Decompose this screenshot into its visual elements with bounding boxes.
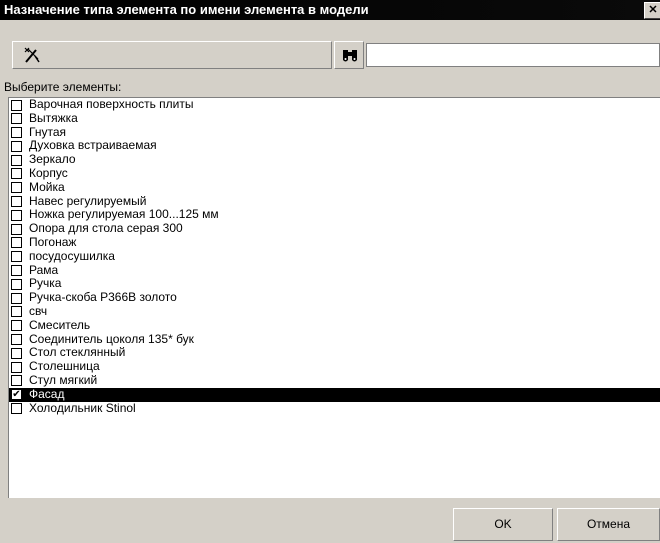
- list-item-checkbox[interactable]: [11, 182, 22, 194]
- list-item-checkbox[interactable]: [11, 113, 22, 125]
- close-icon: ✕: [648, 4, 658, 16]
- list-item-checkbox[interactable]: [11, 361, 22, 373]
- list-label: Выберите элементы:: [4, 80, 122, 94]
- list-item[interactable]: Гнутая: [9, 124, 660, 140]
- list-item[interactable]: Смеситель: [9, 317, 660, 333]
- list-item-label: Соединитель цоколя 135* бук: [29, 331, 194, 346]
- list-item[interactable]: Ручка: [9, 276, 660, 291]
- list-item[interactable]: Погонаж: [9, 234, 660, 250]
- list-item-label: Ручка-скоба Р366В золото: [29, 290, 177, 305]
- list-item[interactable]: Навес регулируемый: [9, 193, 660, 209]
- list-item-checkbox[interactable]: [11, 237, 22, 249]
- list-item-checkbox[interactable]: ✔: [11, 389, 22, 401]
- binoculars-icon: [343, 50, 357, 62]
- list-item-label: Столешница: [29, 359, 100, 374]
- list-item-label: Холодильник Stinol: [29, 400, 136, 415]
- list-item-label: Стол стеклянный: [29, 345, 126, 360]
- ok-button[interactable]: OK: [453, 508, 553, 541]
- close-button[interactable]: ✕: [644, 2, 660, 19]
- list-item-label: Навес регулируемый: [29, 193, 147, 208]
- list-item-label: Погонаж: [29, 234, 77, 249]
- list-item[interactable]: Зеркало: [9, 152, 660, 167]
- list-item[interactable]: Опора для стола серая 300: [9, 221, 660, 236]
- search-input[interactable]: [366, 43, 660, 67]
- list-item-label: посудосушилка: [29, 248, 115, 263]
- list-item-checkbox[interactable]: [11, 154, 22, 166]
- list-item-checkbox[interactable]: [11, 209, 22, 221]
- list-item[interactable]: Ручка-скоба Р366В золото: [9, 290, 660, 305]
- list-item[interactable]: Столешница: [9, 359, 660, 374]
- list-item-checkbox[interactable]: [11, 168, 22, 180]
- list-item-label: Стул мягкий: [29, 372, 98, 387]
- list-item-checkbox[interactable]: [11, 99, 22, 111]
- list-item-checkbox[interactable]: [11, 265, 22, 277]
- list-item-checkbox[interactable]: [11, 320, 22, 332]
- list-item[interactable]: Вытяжка: [9, 110, 660, 126]
- list-item-checkbox[interactable]: [11, 140, 22, 152]
- list-item[interactable]: Мойка: [9, 179, 660, 195]
- list-item-checkbox[interactable]: [11, 334, 22, 346]
- dialog-footer: OK Отмена: [0, 498, 660, 543]
- list-item-label: Фасад: [29, 386, 65, 401]
- list-item-checkbox[interactable]: [11, 306, 22, 318]
- list-item-checkbox[interactable]: [11, 403, 22, 415]
- filter-button[interactable]: [12, 41, 332, 69]
- toolbar: [0, 20, 660, 72]
- list-item-checkbox[interactable]: [11, 278, 22, 290]
- list-item-checkbox[interactable]: [11, 127, 22, 139]
- list-item[interactable]: Духовка встраиваемая: [9, 138, 660, 153]
- list-item[interactable]: ✔ Фасад: [9, 386, 660, 402]
- list-item[interactable]: Варочная поверхность плиты: [9, 98, 660, 112]
- list-item-label: Корпус: [29, 165, 68, 180]
- list-item-checkbox[interactable]: [11, 292, 22, 304]
- list-item[interactable]: Корпус: [9, 165, 660, 181]
- list-item-checkbox[interactable]: [11, 251, 22, 263]
- list-item[interactable]: Рама: [9, 262, 660, 278]
- list-item-checkbox[interactable]: [11, 375, 22, 387]
- list-item-label: Ручка: [29, 276, 62, 291]
- list-item-label: Ножка регулируемая 100...125 мм: [29, 207, 219, 222]
- list-item[interactable]: Стол стеклянный: [9, 345, 660, 360]
- list-item-checkbox[interactable]: [11, 223, 22, 235]
- search-button[interactable]: [334, 41, 364, 69]
- element-list[interactable]: Варочная поверхность плиты Вытяжка Гнутая Д…: [8, 97, 660, 498]
- list-item-label: Опора для стола серая 300: [29, 221, 183, 236]
- search-area: [334, 41, 660, 69]
- list-item-checkbox[interactable]: [11, 196, 22, 208]
- list-item[interactable]: свч: [9, 303, 660, 319]
- list-item[interactable]: Ножка регулируемая 100...125 мм: [9, 207, 660, 222]
- list-item[interactable]: Стул мягкий: [9, 372, 660, 388]
- list-item[interactable]: посудосушилка: [9, 248, 660, 264]
- list-item-label: Гнутая: [29, 124, 66, 139]
- list-item-label: свч: [29, 303, 48, 318]
- list-item[interactable]: Соединитель цоколя 135* бук: [9, 331, 660, 347]
- list-item[interactable]: Холодильник Stinol: [9, 400, 660, 416]
- list-item-label: Духовка встраиваемая: [29, 138, 157, 153]
- list-item-label: Варочная поверхность плиты: [29, 97, 194, 111]
- list-item-label: Смеситель: [29, 317, 91, 332]
- window-title: Назначение типа элемента по имени элемен…: [4, 2, 369, 17]
- list-item-label: Рама: [29, 262, 59, 277]
- list-item-label: Вытяжка: [29, 110, 78, 125]
- list-item-checkbox[interactable]: [11, 347, 22, 359]
- list-item-label: Мойка: [29, 179, 65, 194]
- title-bar: Назначение типа элемента по имени элемен…: [0, 0, 660, 20]
- cancel-button[interactable]: Отмена: [557, 508, 660, 541]
- list-item-label: Зеркало: [29, 152, 76, 167]
- magic-wand-icon: [24, 47, 40, 63]
